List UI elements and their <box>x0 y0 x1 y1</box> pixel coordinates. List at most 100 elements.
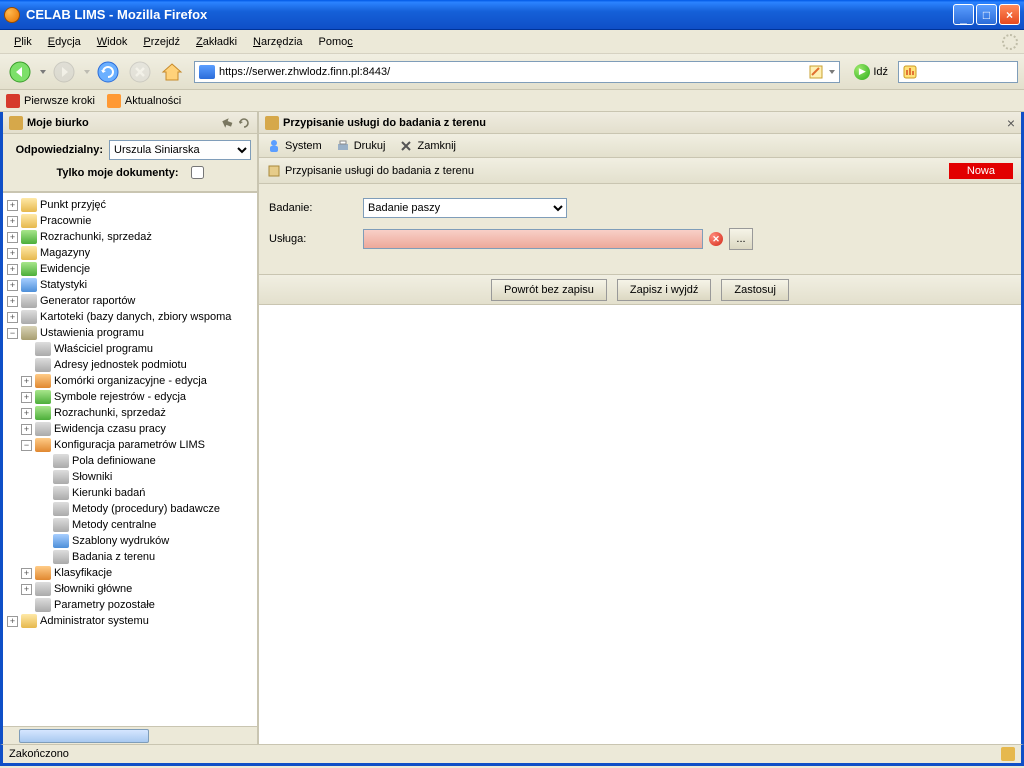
menu-help[interactable]: Pomoc <box>311 34 361 50</box>
status-bar: Zakończono <box>0 744 1024 766</box>
tree-item[interactable]: Parametry pozostałe <box>54 599 155 611</box>
toolbar-system[interactable]: System <box>267 139 322 153</box>
url-bar[interactable]: https://serwer.zhwlodz.finn.pl:8443/ <box>194 61 840 83</box>
page-icon <box>35 342 51 356</box>
tree-item[interactable]: Pola definiowane <box>72 455 156 467</box>
site-icon <box>199 65 215 79</box>
bookmark-news[interactable]: Aktualności <box>107 94 181 108</box>
menu-view[interactable]: Widok <box>89 34 136 50</box>
usluga-browse-button[interactable]: ... <box>729 228 753 250</box>
tab-assignment[interactable]: Przypisanie usługi do badania z terenu <box>267 164 474 178</box>
form-icon <box>265 116 279 130</box>
content-tabbar: Przypisanie usługi do badania z terenu N… <box>259 158 1021 184</box>
content-toolbar: System Drukuj Zamknij <box>259 134 1021 158</box>
dict-icon <box>53 470 69 484</box>
warn-icon <box>35 438 51 452</box>
bookmark-first-steps[interactable]: Pierwsze kroki <box>6 94 95 108</box>
nav-tree[interactable]: +Punkt przyjęć +Pracownie +Rozrachunki, … <box>3 192 257 726</box>
wrench-icon <box>21 326 37 340</box>
back-dropdown[interactable] <box>40 70 46 74</box>
close-button[interactable]: × <box>999 4 1020 25</box>
field2-icon <box>53 550 69 564</box>
autofill-icon[interactable] <box>809 65 823 79</box>
content-body <box>259 305 1021 744</box>
forward-button[interactable] <box>50 58 78 86</box>
menu-go[interactable]: Przejdź <box>135 34 188 50</box>
tree-hscroll[interactable] <box>3 726 257 744</box>
class-icon <box>35 566 51 580</box>
tree-item[interactable]: Klasyfikacje <box>54 567 112 579</box>
home-button[interactable] <box>158 58 186 86</box>
tree-item[interactable]: Administrator systemu <box>40 615 149 627</box>
tree-item[interactable]: Konfiguracja parametrów LIMS <box>54 439 205 451</box>
method-icon <box>53 502 69 516</box>
go-button[interactable]: ▶ Idź <box>848 64 894 80</box>
tree-item[interactable]: Słowniki <box>72 471 112 483</box>
tree-item[interactable]: Komórki organizacyjne - edycja <box>54 375 207 387</box>
tree-item[interactable]: Kierunki badań <box>72 487 145 499</box>
tree-item[interactable]: Ewidencje <box>40 263 90 275</box>
tree-item[interactable]: Badania z terenu <box>72 551 155 563</box>
print-icon <box>53 534 69 548</box>
forward-dropdown[interactable] <box>84 70 90 74</box>
apply-button[interactable]: Zastosuj <box>721 279 789 301</box>
tree-item[interactable]: Adresy jednostek podmiotu <box>54 359 187 371</box>
tree-item[interactable]: Generator raportów <box>40 295 135 307</box>
window-titlebar: CELAB LIMS - Mozilla Firefox _ □ × <box>0 0 1024 30</box>
admin-icon <box>21 614 37 628</box>
tree-item[interactable]: Ewidencja czasu pracy <box>54 423 166 435</box>
usluga-input[interactable] <box>363 229 703 249</box>
mydocs-checkbox[interactable] <box>191 166 204 179</box>
tree-item[interactable]: Rozrachunki, sprzedaż <box>40 231 152 243</box>
tree-item[interactable]: Magazyny <box>40 247 90 259</box>
tree-item[interactable]: Właściciel programu <box>54 343 153 355</box>
menu-tools[interactable]: Narzędzia <box>245 34 311 50</box>
error-icon: ✕ <box>709 232 723 246</box>
nav-toolbar: https://serwer.zhwlodz.finn.pl:8443/ ▶ I… <box>0 54 1024 90</box>
url-dropdown[interactable] <box>829 70 835 74</box>
search-box[interactable] <box>898 61 1018 83</box>
toolbar-print[interactable]: Drukuj <box>336 139 386 153</box>
responsible-select[interactable]: Urszula Siniarska <box>109 140 251 160</box>
badanie-label: Badanie: <box>269 202 363 214</box>
tree-item[interactable]: Kartoteki (bazy danych, zbiory wspoma <box>40 311 231 323</box>
badanie-select[interactable]: Badanie paszy <box>363 198 567 218</box>
tree-item[interactable]: Rozrachunki, sprzedaż <box>54 407 166 419</box>
tree-item[interactable]: Szablony wydruków <box>72 535 169 547</box>
back-button[interactable] <box>6 58 34 86</box>
content-header: Przypisanie usługi do badania z terenu × <box>259 112 1021 134</box>
security-icon[interactable] <box>1001 747 1015 761</box>
shrink-icon[interactable] <box>220 116 234 130</box>
save-and-exit-button[interactable]: Zapisz i wyjdź <box>617 279 711 301</box>
content-form: Badanie: Badanie paszy Usługa: ✕ ... <box>259 184 1021 275</box>
stop-button[interactable] <box>126 58 154 86</box>
back-without-save-button[interactable]: Powrót bez zapisu <box>491 279 607 301</box>
search-engine-icon[interactable] <box>903 65 919 79</box>
card-icon <box>35 358 51 372</box>
minimize-button[interactable]: _ <box>953 4 974 25</box>
usluga-label: Usługa: <box>269 233 363 245</box>
tree-item[interactable]: Symbole rejestrów - edycja <box>54 391 186 403</box>
content-close-button[interactable]: × <box>1007 115 1015 131</box>
tree-item[interactable]: Metody (procedury) badawcze <box>72 503 220 515</box>
money-icon <box>21 230 37 244</box>
refresh-icon[interactable] <box>237 116 251 130</box>
tree-item[interactable]: Słowniki główne <box>54 583 132 595</box>
menu-file[interactable]: Plik <box>6 34 40 50</box>
tree-item[interactable]: Metody centralne <box>72 519 156 531</box>
menu-edit[interactable]: Edycja <box>40 34 89 50</box>
url-text[interactable]: https://serwer.zhwlodz.finn.pl:8443/ <box>219 66 809 78</box>
tree-item[interactable]: Punkt przyjęć <box>40 199 106 211</box>
tree-item[interactable]: Ustawienia programu <box>40 327 144 339</box>
maximize-button[interactable]: □ <box>976 4 997 25</box>
toolbar-close[interactable]: Zamknij <box>399 139 456 153</box>
tree-item[interactable]: Statystyki <box>40 279 87 291</box>
reload-button[interactable] <box>94 58 122 86</box>
reg-icon <box>35 390 51 404</box>
tree-item[interactable]: Pracownie <box>40 215 91 227</box>
central-icon <box>53 518 69 532</box>
menu-bookmarks[interactable]: Zakładki <box>188 34 245 50</box>
expand-icon[interactable]: + <box>7 200 18 211</box>
status-text: Zakończono <box>9 748 1001 760</box>
content-panel: Przypisanie usługi do badania z terenu ×… <box>259 112 1021 744</box>
